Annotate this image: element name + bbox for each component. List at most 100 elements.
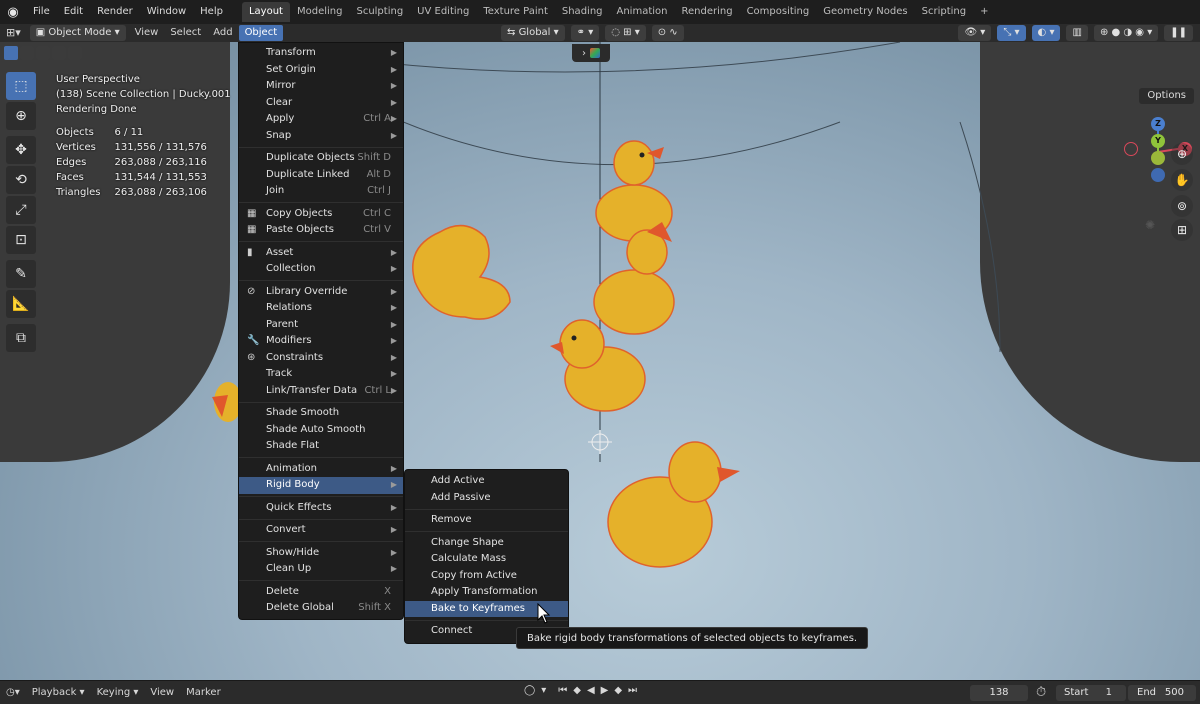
menu-item-library-override[interactable]: ⊘ Library Override ▶ — [239, 284, 403, 301]
tab-modeling[interactable]: Modeling — [290, 2, 350, 22]
tab-animation[interactable]: Animation — [610, 2, 675, 22]
menu-item-mirror[interactable]: Mirror ▶ — [239, 78, 403, 95]
options-button[interactable]: Options — [1139, 88, 1194, 104]
pan-hand-icon[interactable]: ✋ — [1171, 169, 1193, 191]
zoom-icon[interactable]: ⊕ — [1171, 143, 1193, 165]
duck-object[interactable] — [605, 437, 745, 572]
tab-rendering[interactable]: Rendering — [674, 2, 739, 22]
menu-help[interactable]: Help — [193, 2, 230, 22]
menu-item-quick-effects[interactable]: Quick Effects ▶ — [239, 500, 403, 517]
duck-object[interactable] — [550, 314, 650, 419]
duck-object[interactable] — [405, 207, 525, 327]
jump-start-icon[interactable]: ⏮ — [558, 685, 567, 696]
scale-tool-icon[interactable]: ⤢ — [6, 196, 36, 224]
menu-item-shade-auto-smooth[interactable]: Shade Auto Smooth — [239, 422, 403, 439]
menu-item-delete-global[interactable]: Delete Global Shift X — [239, 600, 403, 617]
duck-object[interactable] — [208, 377, 240, 427]
gizmo-toggle[interactable]: ⤡ ▾ — [997, 25, 1026, 41]
axis-neg-y-icon[interactable] — [1151, 151, 1165, 165]
region-toggle[interactable]: › — [572, 44, 610, 62]
menu-item-shade-smooth[interactable]: Shade Smooth — [239, 405, 403, 422]
menu-item-transform[interactable]: Transform ▶ — [239, 45, 403, 62]
xray-toggle[interactable]: ▥ — [1066, 25, 1088, 41]
tab-uv-editing[interactable]: UV Editing — [410, 2, 476, 22]
select-subtract-icon[interactable] — [36, 46, 50, 60]
blender-logo-icon[interactable]: ◉ — [0, 5, 26, 20]
menu-file[interactable]: File — [26, 2, 57, 22]
view-menu[interactable]: View — [144, 687, 180, 698]
proportional-edit-toggle[interactable]: ⊙ ∿ — [651, 25, 684, 41]
playback-menu[interactable]: Playback ▾ — [26, 687, 91, 698]
menu-item-clear[interactable]: Clear ▶ — [239, 95, 403, 112]
axis-neg-z-icon[interactable] — [1151, 168, 1165, 182]
current-frame-field[interactable]: 138 — [970, 685, 1028, 701]
transform-orientation-select[interactable]: ⇆ Global ▾ — [501, 25, 565, 41]
menu-item-set-origin[interactable]: Set Origin ▶ — [239, 62, 403, 79]
camera-view-icon[interactable]: ⊚ — [1171, 195, 1193, 217]
editor-type-icon[interactable]: ⊞▾ — [0, 25, 27, 41]
menu-item-apply[interactable]: Apply Ctrl A ▶ — [239, 111, 403, 128]
sidebar-toggle[interactable]: ❚❚ — [1164, 25, 1193, 41]
axis-z-icon[interactable]: Z — [1151, 117, 1165, 131]
menu-item-link-transfer-data[interactable]: Link/Transfer Data Ctrl L ▶ — [239, 383, 403, 400]
menu-item-asset[interactable]: ▮ Asset ▶ — [239, 245, 403, 262]
menu-render[interactable]: Render — [90, 2, 140, 22]
menu-item-copy-from-active[interactable]: Copy from Active — [405, 568, 568, 585]
end-frame-field[interactable]: End 500 — [1128, 685, 1196, 701]
move-tool-icon[interactable]: ✥ — [6, 136, 36, 164]
rotate-tool-icon[interactable]: ⟲ — [6, 166, 36, 194]
menu-item-track[interactable]: Track ▶ — [239, 366, 403, 383]
play-reverse-icon[interactable]: ◀ — [587, 685, 595, 696]
add-cube-tool-icon[interactable]: ⧉ — [6, 324, 36, 352]
visibility-select[interactable]: 👁 ▾ — [958, 25, 992, 41]
tab-compositing[interactable]: Compositing — [740, 2, 817, 22]
menu-item-rigid-body[interactable]: Rigid Body ▶ — [239, 477, 403, 494]
shading-modes[interactable]: ⊕ ● ◑ ◉ ▾ — [1093, 25, 1159, 41]
menu-item-show-hide[interactable]: Show/Hide ▶ — [239, 545, 403, 562]
mode-select[interactable]: ▣ Object Mode ▾ — [29, 25, 126, 41]
keying-menu[interactable]: Keying ▾ — [91, 687, 145, 698]
transform-tool-icon[interactable]: ⊡ — [6, 226, 36, 254]
next-keyframe-icon[interactable]: ◆ — [614, 685, 622, 696]
menu-item-animation[interactable]: Animation ▶ — [239, 461, 403, 478]
play-icon[interactable]: ▶ — [601, 685, 609, 696]
menu-item-remove[interactable]: Remove — [405, 512, 568, 529]
auto-key-dropdown-icon[interactable]: ▾ — [541, 685, 546, 696]
clock-editor-icon[interactable]: ◷▾ — [0, 687, 26, 698]
menu-item-calculate-mass[interactable]: Calculate Mass — [405, 551, 568, 568]
select-extend-icon[interactable] — [20, 46, 34, 60]
perspective-grid-icon[interactable]: ⊞ — [1171, 219, 1193, 241]
tab-texture-paint[interactable]: Texture Paint — [476, 2, 555, 22]
start-frame-field[interactable]: Start 1 — [1056, 685, 1126, 701]
tab-shading[interactable]: Shading — [555, 2, 610, 22]
auto-key-icon[interactable]: ◯ — [524, 685, 535, 696]
axis-neg-x-icon[interactable] — [1124, 142, 1138, 156]
menu-item-copy-objects[interactable]: ▦ Copy Objects Ctrl C — [239, 206, 403, 223]
menu-view[interactable]: View — [129, 25, 165, 41]
menu-item-change-shape[interactable]: Change Shape — [405, 535, 568, 552]
axis-y-icon[interactable]: Y — [1151, 134, 1165, 148]
tab-scripting[interactable]: Scripting — [915, 2, 973, 22]
menu-item-delete[interactable]: Delete X — [239, 584, 403, 601]
menu-item-collection[interactable]: Collection ▶ — [239, 261, 403, 278]
pivot-select[interactable]: ⚭ ▾ — [570, 25, 600, 41]
prev-keyframe-icon[interactable]: ◆ — [573, 685, 581, 696]
select-intersect-icon[interactable] — [68, 46, 82, 60]
tab-layout[interactable]: Layout — [241, 2, 290, 22]
menu-item-clean-up[interactable]: Clean Up ▶ — [239, 561, 403, 578]
select-new-icon[interactable] — [4, 46, 18, 60]
menu-item-convert[interactable]: Convert ▶ — [239, 522, 403, 539]
overlay-toggle[interactable]: ◐ ▾ — [1031, 25, 1061, 41]
menu-item-add-passive[interactable]: Add Passive — [405, 490, 568, 507]
menu-item-snap[interactable]: Snap ▶ — [239, 128, 403, 145]
menu-item-parent[interactable]: Parent ▶ — [239, 317, 403, 334]
menu-item-add-active[interactable]: Add Active — [405, 473, 568, 490]
menu-edit[interactable]: Edit — [57, 2, 90, 22]
menu-item-relations[interactable]: Relations ▶ — [239, 300, 403, 317]
menu-item-shade-flat[interactable]: Shade Flat — [239, 438, 403, 455]
menu-item-paste-objects[interactable]: ▦ Paste Objects Ctrl V — [239, 222, 403, 239]
select-invert-icon[interactable] — [52, 46, 66, 60]
tab-geometry-nodes[interactable]: Geometry Nodes — [816, 2, 914, 22]
menu-add[interactable]: Add — [207, 25, 238, 41]
annotate-tool-icon[interactable]: ✎ — [6, 260, 36, 288]
